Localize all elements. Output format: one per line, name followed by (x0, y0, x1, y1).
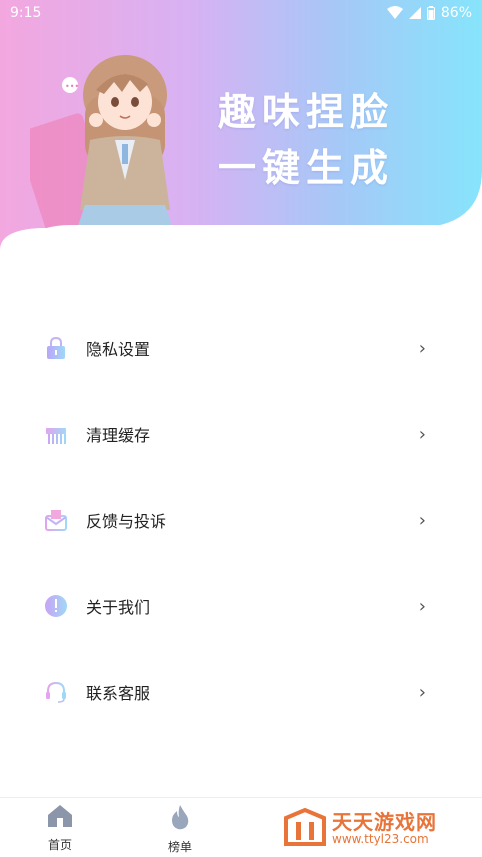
tab-ranking-label: 榜单 (167, 840, 192, 854)
status-bar: 9:15 86% (0, 0, 482, 28)
settings-menu: 隐私设置 › 清理缓存 › 反馈与投诉 › 关于我们 › 联系客服 › (0, 305, 482, 735)
menu-item-clear-cache[interactable]: 清理缓存 › (0, 391, 482, 477)
menu-item-customer-service[interactable]: 联系客服 › (0, 649, 482, 735)
menu-label: 反馈与投诉 (86, 512, 167, 531)
headset-icon (46, 681, 66, 703)
menu-label: 隐私设置 (86, 340, 151, 359)
watermark-name: 天天游戏网 (332, 810, 437, 834)
tab-home[interactable]: 首页 (30, 804, 90, 853)
watermark-emblem-icon (284, 808, 326, 846)
chevron-right-icon: › (418, 681, 426, 703)
wifi-icon (386, 6, 403, 19)
menu-label: 关于我们 (86, 598, 151, 617)
lock-icon (47, 336, 65, 359)
hero-title-line2: 一键生成 (218, 146, 395, 190)
info-icon (45, 595, 67, 617)
hero-title: 趣味捏脸 一键生成 (218, 84, 448, 196)
status-time: 9:15 (10, 5, 42, 21)
battery-icon (426, 6, 435, 20)
signal-icon (408, 7, 421, 19)
battery-percent: 86% (440, 5, 472, 21)
flame-icon (172, 805, 189, 830)
chevron-right-icon: › (418, 595, 426, 617)
tab-home-label: 首页 (47, 838, 72, 852)
menu-label: 清理缓存 (86, 426, 151, 445)
chevron-right-icon: › (418, 509, 426, 531)
hero-title-line1: 趣味捏脸 (218, 90, 395, 134)
status-icons: 86% (386, 5, 472, 21)
brush-icon (46, 428, 66, 444)
chevron-right-icon: › (418, 337, 426, 359)
home-icon (48, 805, 72, 827)
screen: ••• 趣味捏脸 一键生成 9:15 86% 隐私设置 › 清理缓存 › 反馈与… (0, 0, 482, 857)
tab-ranking[interactable]: 榜单 (150, 804, 210, 855)
svg-text:•••: ••• (65, 82, 79, 91)
menu-item-about[interactable]: 关于我们 › (0, 563, 482, 649)
chevron-right-icon: › (418, 423, 426, 445)
watermark-url: www.ttyl23.com (332, 832, 429, 846)
watermark-logo: 天天游戏网 www.ttyl23.com (282, 804, 472, 852)
menu-item-feedback[interactable]: 反馈与投诉 › (0, 477, 482, 563)
menu-item-privacy[interactable]: 隐私设置 › (0, 305, 482, 391)
mail-icon (45, 510, 67, 531)
menu-label: 联系客服 (86, 684, 151, 703)
